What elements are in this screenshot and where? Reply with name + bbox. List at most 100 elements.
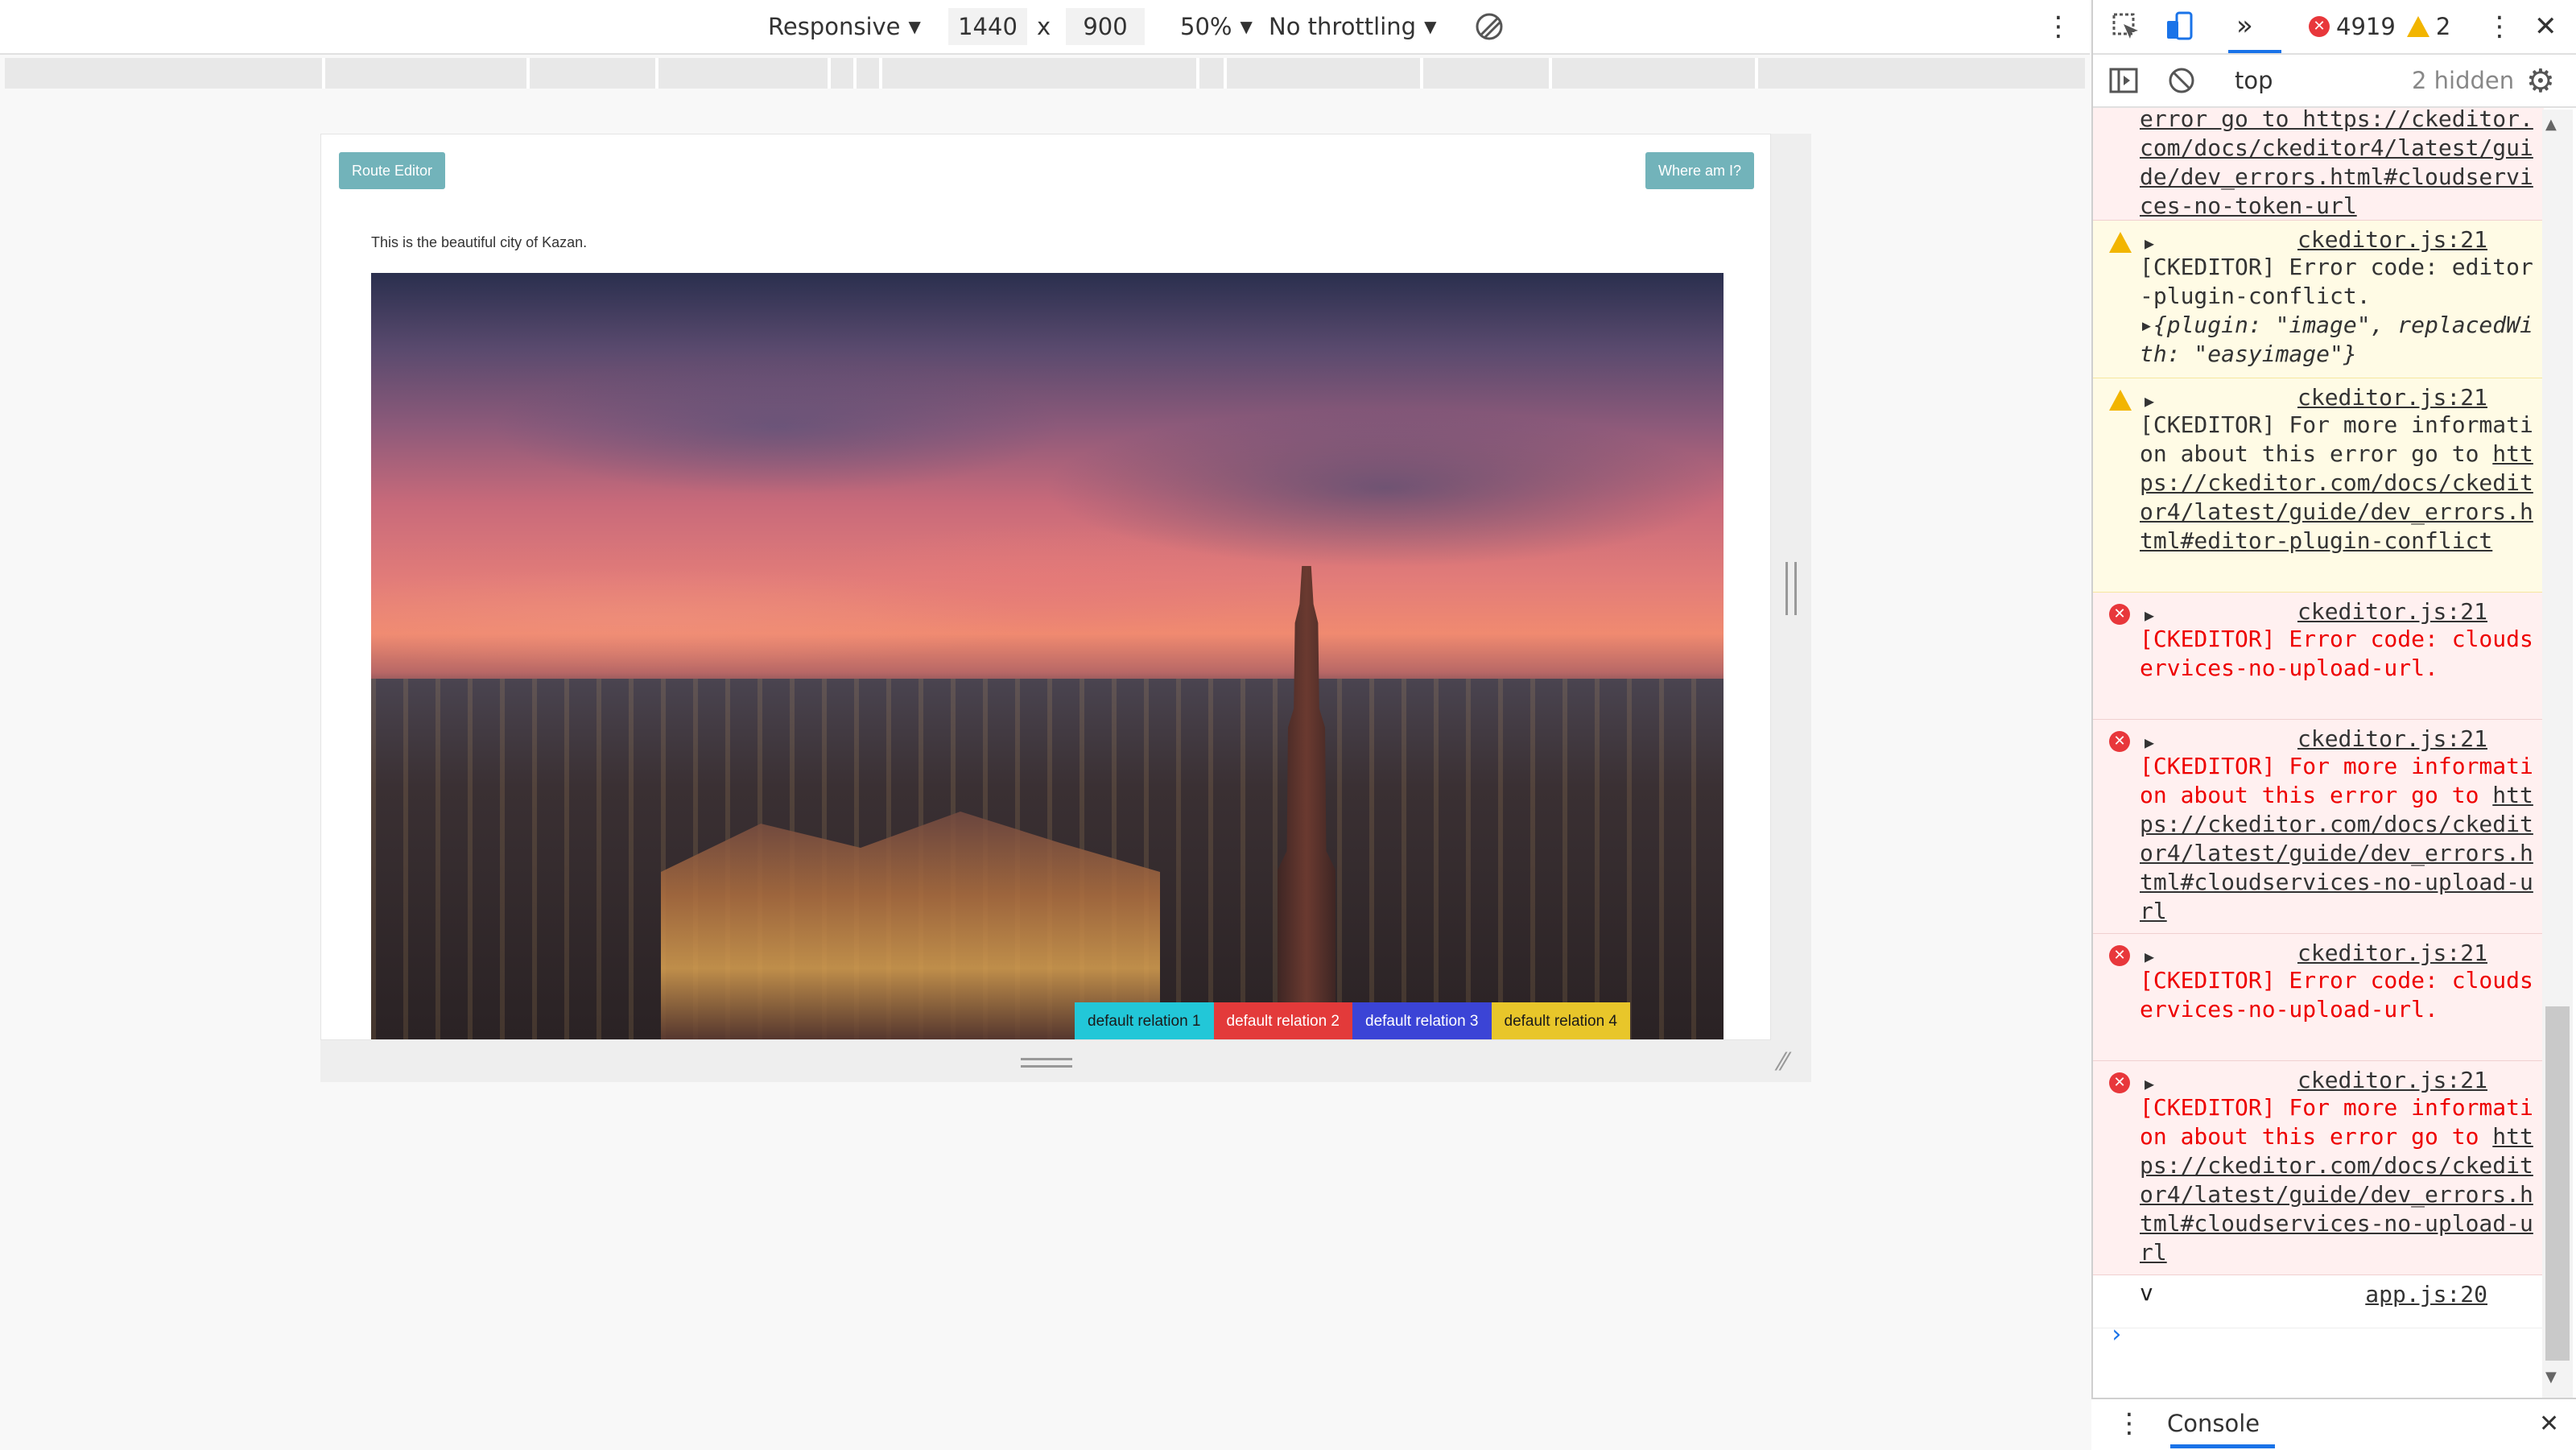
devtools-tabbar: » ✕ 4919 2 ⋮ ✕	[2093, 0, 2576, 55]
drawer-menu-icon[interactable]: ⋮	[2116, 1399, 2143, 1448]
context-select[interactable]: top	[2235, 55, 2273, 106]
dimension-separator: x	[1037, 13, 1051, 40]
drawer-tab-console[interactable]: Console	[2167, 1399, 2260, 1448]
rotate-icon[interactable]	[1473, 0, 1505, 53]
emulated-viewport: Route Editor Where am I? This is the bea…	[320, 134, 1771, 1040]
devtools-menu-icon[interactable]: ⋮	[2486, 0, 2513, 53]
error-icon: ✕	[2109, 1072, 2130, 1093]
clear-console-icon[interactable]	[2165, 64, 2198, 97]
intro-text: This is the beautiful city of Kazan.	[371, 234, 588, 250]
zoom-select[interactable]: 50% ▼	[1180, 0, 1253, 53]
media-query-segment[interactable]	[5, 58, 325, 89]
media-query-segment[interactable]	[1227, 58, 1423, 89]
error-icon: ✕	[2109, 604, 2130, 625]
route-editor-button[interactable]: Route Editor	[339, 152, 446, 189]
warning-count: 2	[2435, 13, 2451, 40]
media-query-segment[interactable]	[882, 58, 1199, 89]
source-link[interactable]: ckeditor.js:21	[2297, 383, 2487, 412]
media-query-segment[interactable]	[831, 58, 857, 89]
media-query-segment[interactable]	[1423, 58, 1552, 89]
console-message[interactable]: ▶ ckeditor.js:21 [CKEDITOR] For more infor…	[2093, 378, 2544, 593]
context-label: top	[2235, 67, 2273, 94]
error-doc-link[interactable]: error go to https://ckeditor.com/docs/ck…	[2140, 108, 2533, 219]
message-text: [CKEDITOR] For more information about th…	[2140, 753, 2533, 924]
active-tab-indicator	[2228, 50, 2281, 53]
console-scrollbar-thumb[interactable]	[2545, 1006, 2570, 1361]
scroll-up-arrow-icon[interactable]: ▲	[2545, 116, 2557, 133]
close-devtools-icon[interactable]: ✕	[2534, 0, 2557, 53]
devtools-drawer: ⋮ Console ✕	[2091, 1398, 2576, 1450]
error-counter[interactable]: ✕ 4919 2	[2309, 0, 2450, 53]
media-query-segment[interactable]	[1758, 58, 2085, 89]
relation-tab-4[interactable]: default relation 4	[1491, 1002, 1630, 1039]
dropdown-arrow-icon: ▼	[1240, 17, 1253, 36]
close-drawer-icon[interactable]: ✕	[2539, 1399, 2559, 1448]
source-link[interactable]: ckeditor.js:21	[2297, 597, 2487, 626]
relation-tab-2[interactable]: default relation 2	[1213, 1002, 1352, 1039]
drawer-active-indicator	[2170, 1444, 2275, 1448]
error-icon: ✕	[2309, 16, 2330, 37]
console-message[interactable]: ▶ ckeditor.js:21 [CKEDITOR] Error code: ed…	[2093, 221, 2544, 378]
height-input[interactable]: 900	[1066, 8, 1145, 45]
error-doc-link[interactable]: https://ckeditor.com/docs/ckeditor4/late…	[2140, 782, 2533, 924]
console-message[interactable]: error go to https://ckeditor.com/docs/ck…	[2093, 108, 2544, 221]
console-toolbar: top 2 hidden ⚙	[2093, 55, 2576, 108]
error-doc-link[interactable]: https://ckeditor.com/docs/ckeditor4/late…	[2140, 440, 2533, 554]
kazan-city-image	[371, 273, 1724, 1039]
media-query-segment[interactable]	[325, 58, 530, 89]
resize-corner-icon[interactable]: ⁄⁄	[1779, 1048, 1787, 1076]
media-query-segment[interactable]	[1552, 58, 1758, 89]
message-text: [CKEDITOR] For more information about th…	[2140, 411, 2533, 554]
device-select[interactable]: Responsive ▼	[768, 0, 921, 53]
inspect-element-icon[interactable]	[2111, 11, 2141, 42]
error-doc-link[interactable]: https://ckeditor.com/docs/ckeditor4/late…	[2140, 1123, 2533, 1266]
resize-handle-bottom[interactable]	[1021, 1058, 1072, 1068]
relations-bar: default relation 1 default relation 2 defa…	[1075, 1002, 1630, 1039]
media-query-segment[interactable]	[857, 58, 882, 89]
throttling-select[interactable]: No throttling ▼	[1269, 0, 1436, 53]
message-text: error go to https://ckeditor.com/docs/ck…	[2140, 108, 2534, 221]
sidebar-toggle-icon[interactable]	[2107, 64, 2140, 97]
media-query-segment[interactable]	[530, 58, 658, 89]
device-toolbar: Responsive ▼ 1440 x 900 50% ▼ No throttlin…	[0, 0, 2090, 55]
more-options-icon[interactable]: ⋮	[2045, 0, 2072, 53]
console-message[interactable]: ✕ ▶ ckeditor.js:21 [CKEDITOR] For more info…	[2093, 1061, 2544, 1275]
width-input[interactable]: 1440	[948, 8, 1027, 45]
devtools-panel: » ✕ 4919 2 ⋮ ✕ top 2 hidden ⚙ error go t…	[2091, 0, 2576, 1448]
relation-tab-3[interactable]: default relation 3	[1352, 1002, 1492, 1039]
console-message[interactable]: ✕ ▶ ckeditor.js:21 [CKEDITOR] Error code: c…	[2093, 934, 2544, 1061]
relation-tab-1[interactable]: default relation 1	[1075, 1002, 1214, 1039]
message-text: [CKEDITOR] Error code: cloudservices-no-…	[2140, 626, 2533, 681]
error-count: 4919	[2336, 13, 2396, 40]
source-link[interactable]: ckeditor.js:21	[2297, 939, 2487, 968]
console-settings-icon[interactable]: ⚙	[2526, 63, 2555, 100]
where-am-i-button[interactable]: Where am I?	[1645, 152, 1754, 189]
source-link[interactable]: ckeditor.js:21	[2297, 725, 2487, 754]
error-icon: ✕	[2109, 731, 2130, 752]
device-toggle-icon[interactable]	[2164, 10, 2196, 42]
warning-icon	[2109, 232, 2132, 253]
message-text: [CKEDITOR] Error code: cloudservices-no-…	[2140, 967, 2533, 1022]
media-query-segment[interactable]	[1199, 58, 1227, 89]
hidden-count[interactable]: 2 hidden	[2412, 55, 2514, 106]
console-message[interactable]: ✕ ▶ ckeditor.js:21 [CKEDITOR] For more info…	[2093, 720, 2544, 934]
dropdown-arrow-icon: ▼	[1424, 17, 1437, 36]
warning-icon	[2406, 16, 2429, 37]
source-link[interactable]: ckeditor.js:21	[2297, 225, 2487, 254]
media-query-bar[interactable]	[5, 58, 2085, 89]
console-message[interactable]: ✕ ▶ ckeditor.js:21 [CKEDITOR] Error code: c…	[2093, 593, 2544, 720]
source-link[interactable]: ckeditor.js:21	[2297, 1066, 2487, 1095]
object-preview[interactable]: ▸{plugin: "image", replacedWith: "easyim…	[2140, 312, 2533, 367]
throttling-label: No throttling	[1269, 13, 1417, 40]
scroll-down-arrow-icon[interactable]: ▼	[2545, 1369, 2557, 1386]
message-text: v	[2140, 1279, 2153, 1306]
console-prompt[interactable]: ›	[2109, 1320, 2124, 1349]
console-messages: error go to https://ckeditor.com/docs/ck…	[2093, 108, 2544, 1396]
resize-handle-right[interactable]	[1785, 562, 1797, 615]
more-tabs-button[interactable]: »	[2236, 0, 2253, 52]
error-icon: ✕	[2109, 945, 2130, 966]
dropdown-arrow-icon: ▼	[908, 17, 921, 36]
more-tabs-label: »	[2236, 10, 2253, 42]
media-query-segment[interactable]	[658, 58, 831, 89]
console-message[interactable]: app.js:20 v	[2093, 1275, 2544, 1328]
